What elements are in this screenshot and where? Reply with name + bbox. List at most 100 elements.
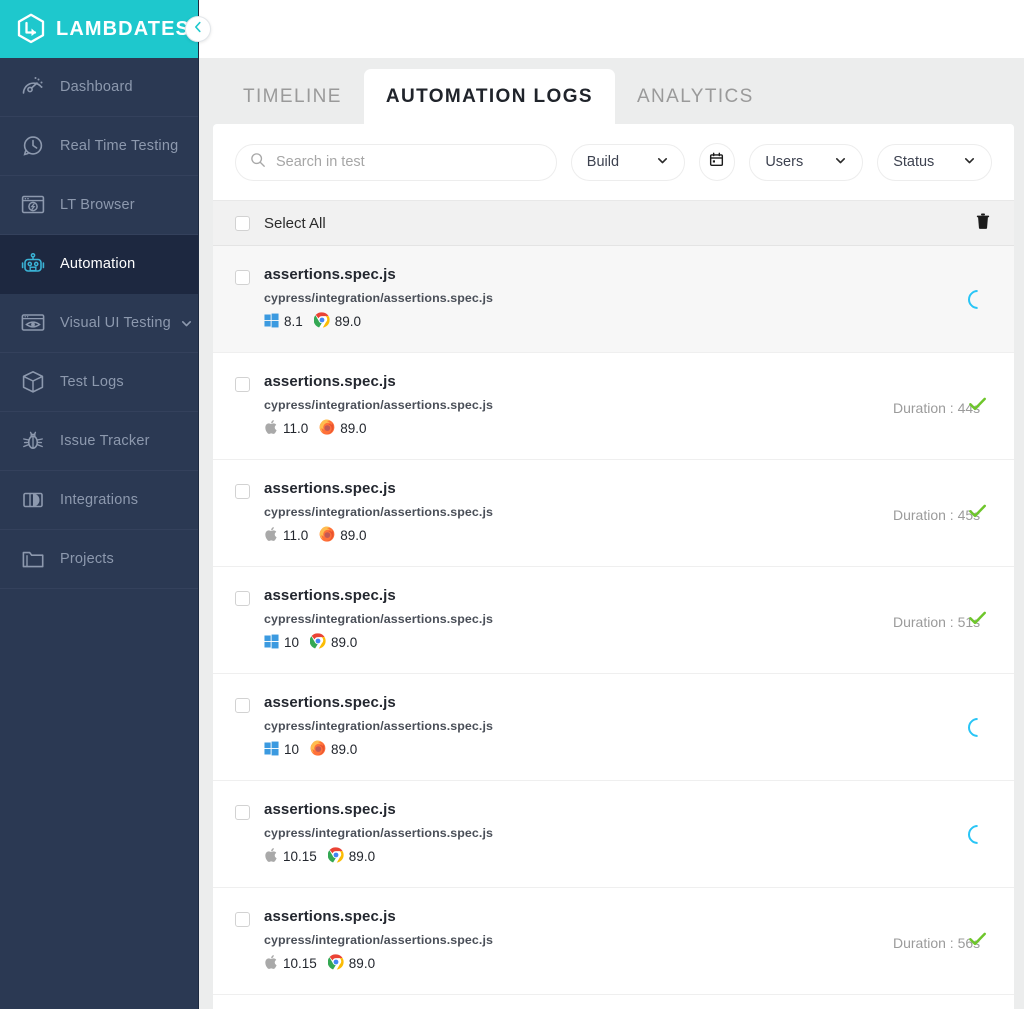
tab-label: ANALYTICS xyxy=(636,85,754,107)
table-row[interactable]: assertions.spec.js cypress/integration/as… xyxy=(213,460,1014,567)
status-passed-icon xyxy=(967,393,988,419)
browser-version: 89.0 xyxy=(348,849,376,864)
sidebar-item-projects[interactable]: Projects xyxy=(0,530,198,589)
status-running-spinner-icon xyxy=(963,285,991,313)
chrome-icon xyxy=(313,312,330,331)
os-version: 10.15 xyxy=(283,849,317,864)
row-checkbox[interactable] xyxy=(235,698,250,713)
table-row[interactable]: assertions.spec.js cypress/integration/as… xyxy=(213,781,1014,888)
chevron-down-icon xyxy=(963,154,976,171)
test-path: cypress/integration/assertions.spec.js xyxy=(264,505,493,519)
browser-version: 89.0 xyxy=(331,635,358,650)
chevron-left-icon xyxy=(191,20,205,39)
automation-logs-panel: Build xyxy=(213,124,1014,1009)
sidebar-item-label: Automation xyxy=(60,256,136,272)
app-root: LAMBDATEST Dashboard Real Time Testing LT … xyxy=(0,0,1024,1009)
apple-icon xyxy=(264,847,278,866)
row-body: assertions.spec.js cypress/integration/as… xyxy=(264,266,493,331)
row-body: assertions.spec.js cypress/integration/as… xyxy=(264,694,493,759)
environment-info: 11.0 89.0 xyxy=(264,526,493,545)
test-name: assertions.spec.js xyxy=(264,266,396,283)
table-row[interactable]: assertions.spec.js cypress/integration/as… xyxy=(213,353,1014,460)
sidebar-item-automation[interactable]: Automation xyxy=(0,235,198,294)
chrome-icon xyxy=(327,954,344,973)
sidebar-item-label: Projects xyxy=(60,551,114,567)
sidebar-item-label: Real Time Testing xyxy=(60,138,179,154)
test-path: cypress/integration/assertions.spec.js xyxy=(264,719,493,733)
test-name: assertions.spec.js xyxy=(264,801,396,818)
select-all-checkbox[interactable] xyxy=(235,215,250,231)
trash-icon xyxy=(974,212,992,235)
sidebar-item-test-logs[interactable]: Test Logs xyxy=(0,353,198,412)
sidebar-item-label: Test Logs xyxy=(60,374,124,390)
users-filter-dropdown[interactable]: Users xyxy=(749,143,864,181)
sidebar-item-label: Issue Tracker xyxy=(60,433,150,449)
windows-icon xyxy=(264,634,279,652)
select-all-row: Select All xyxy=(213,200,1014,246)
robot-icon xyxy=(18,249,48,279)
environment-info: 10.15 89.0 xyxy=(264,847,493,866)
status-filter-label: Status xyxy=(893,154,935,170)
tab-automation-logs[interactable]: AUTOMATION LOGS xyxy=(363,69,615,124)
sidebar-item-label: Integrations xyxy=(60,492,139,508)
row-body: assertions.spec.js cypress/integration/as… xyxy=(264,373,493,438)
windows-icon xyxy=(264,313,279,331)
table-row[interactable]: assertions.spec.js cypress/integration/as… xyxy=(213,246,1014,353)
firefox-icon xyxy=(319,419,335,438)
sidebar-item-label: Dashboard xyxy=(60,79,133,95)
table-row[interactable]: assertions.spec.js cypress/integration/as… xyxy=(213,567,1014,674)
test-name: assertions.spec.js xyxy=(264,587,396,604)
table-row[interactable]: assertions.spec.js cypress/integration/as… xyxy=(213,888,1014,995)
sidebar-item-label: Visual UI Testing xyxy=(60,315,171,331)
chevron-down-icon[interactable] xyxy=(180,317,193,330)
row-body: assertions.spec.js cypress/integration/as… xyxy=(264,480,493,545)
sidebar-item-integrations[interactable]: Integrations xyxy=(0,471,198,530)
sidebar-item-real-time-testing[interactable]: Real Time Testing xyxy=(0,117,198,176)
apple-icon xyxy=(264,419,278,438)
test-path: cypress/integration/assertions.spec.js xyxy=(264,612,493,626)
lambdatest-hexagon-logo xyxy=(16,13,46,45)
select-all-label: Select All xyxy=(264,214,326,232)
status-badge xyxy=(963,820,991,848)
brand-name: LAMBDATEST xyxy=(56,17,204,40)
folder-icon xyxy=(18,544,48,574)
chrome-icon xyxy=(309,633,326,652)
status-passed-icon xyxy=(967,928,988,954)
row-checkbox[interactable] xyxy=(235,805,250,820)
sidebar-item-visual-ui-testing[interactable]: Visual UI Testing xyxy=(0,294,198,353)
sidebar-collapse-button[interactable] xyxy=(185,16,211,42)
firefox-icon xyxy=(319,526,335,545)
row-checkbox[interactable] xyxy=(235,912,250,927)
tab-timeline[interactable]: TIMELINE xyxy=(221,69,364,124)
row-checkbox[interactable] xyxy=(235,377,250,392)
top-bar xyxy=(199,0,1024,58)
browser-version: 89.0 xyxy=(340,528,367,543)
sidebar-item-dashboard[interactable]: Dashboard xyxy=(0,58,198,117)
environment-info: 10 89.0 xyxy=(264,740,493,759)
status-passed-icon xyxy=(967,607,988,633)
speedometer-icon xyxy=(18,72,48,102)
date-filter-button[interactable] xyxy=(698,143,736,181)
status-filter-dropdown[interactable]: Status xyxy=(877,143,992,181)
build-filter-dropdown[interactable]: Build xyxy=(570,143,685,181)
users-filter-label: Users xyxy=(765,154,804,170)
row-checkbox[interactable] xyxy=(235,270,250,285)
sidebar-item-lt-browser[interactable]: LT Browser xyxy=(0,176,198,235)
search-input[interactable] xyxy=(276,154,536,170)
build-filter-label: Build xyxy=(586,154,620,170)
table-row[interactable]: assertions.spec.js cypress/integration/as… xyxy=(213,674,1014,781)
row-body: assertions.spec.js cypress/integration/as… xyxy=(264,908,493,973)
brand-header: LAMBDATEST xyxy=(0,0,202,58)
row-checkbox[interactable] xyxy=(235,484,250,499)
search-box[interactable] xyxy=(235,143,557,181)
environment-info: 8.1 89.0 xyxy=(264,312,493,331)
tab-strip: TIMELINE AUTOMATION LOGS ANALYTICS xyxy=(199,58,1024,124)
status-badge xyxy=(963,713,991,741)
sidebar-item-issue-tracker[interactable]: Issue Tracker xyxy=(0,412,198,471)
tab-analytics[interactable]: ANALYTICS xyxy=(615,69,776,124)
os-version: 11.0 xyxy=(283,528,309,543)
row-checkbox[interactable] xyxy=(235,591,250,606)
box-icon xyxy=(18,367,48,397)
delete-selected-button[interactable] xyxy=(974,212,992,235)
main-content: TIMELINE AUTOMATION LOGS ANALYTICS Build xyxy=(199,0,1024,1009)
